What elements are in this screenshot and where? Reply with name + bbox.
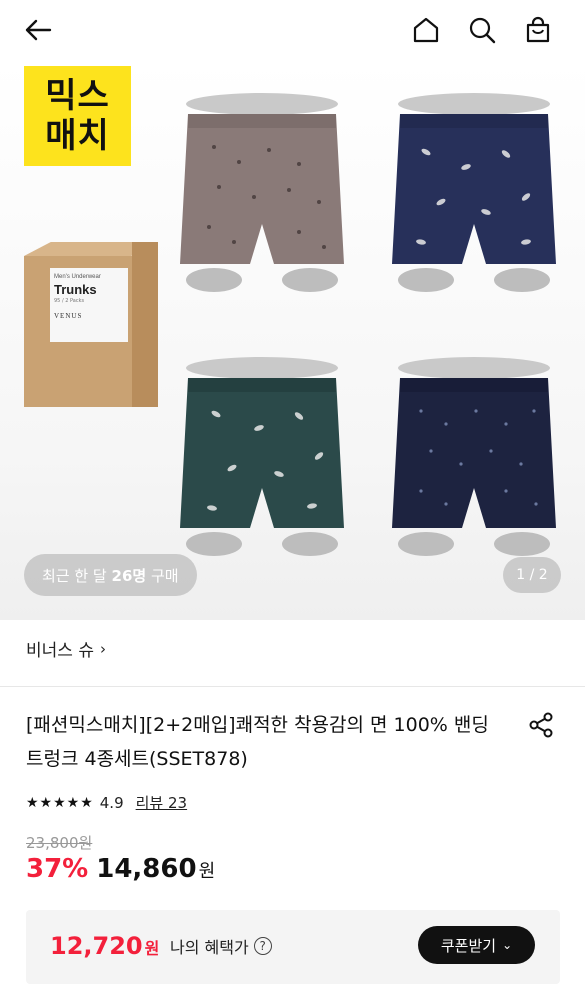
shopping-bag-icon [526,16,550,43]
home-icon [413,17,439,43]
rating-row: ★★★★★ 4.9 리뷰 23 [26,792,187,813]
badge-line-2: 매치 [45,116,110,156]
benefit-label: 나의 혜택가 ? [170,934,272,958]
get-coupon-button[interactable]: 쿠폰받기 ⌄ [418,926,535,964]
trunk-image-green-pattern [174,356,349,561]
chevron-down-icon: ⌄ [502,938,513,952]
product-title: [패션믹스매치][2+2매입]쾌적한 착용감의 면 100% 밴딩 트렁크 4종… [26,714,489,770]
chevron-right-icon: › [99,639,106,658]
back-button[interactable] [18,10,58,50]
purchase-count: 26명 [111,566,147,585]
mix-match-badge: 믹스 매치 [24,66,131,166]
star-rating-icon: ★★★★★ [26,794,94,811]
cart-button[interactable] [518,10,558,50]
divider [0,686,585,687]
benefit-price-box: 12,720 원 나의 혜택가 ? 쿠폰받기 ⌄ [26,910,560,984]
trunk-green-drawing [180,357,344,556]
sale-price-row: 37% 14,860 원 [26,854,215,884]
share-icon [529,712,553,738]
trunk-image-navy-pattern [386,92,561,297]
home-button[interactable] [406,10,446,50]
discount-rate: 37% [26,854,89,884]
trunk-image-navy-dot [386,356,561,561]
trunk-image-taupe [174,92,349,297]
top-header [0,0,585,60]
brand-link[interactable]: 비너스 슈 › [26,636,106,662]
arrow-left-icon [25,19,52,41]
brand-name: 비너스 슈 [26,641,94,661]
search-icon [469,17,496,44]
trunk-navy-dot-drawing [392,357,556,556]
box-label: Men's Underwear Trunks 95 / 2 Packs VENU… [50,268,128,342]
benefit-price: 12,720 원 [50,932,160,960]
trunk-taupe-drawing [180,93,344,292]
search-button[interactable] [462,10,502,50]
product-image-carousel[interactable]: 믹스 매치 Men's Underwear Trunks 95 / 2 Pack… [0,60,585,620]
product-box-image: Men's Underwear Trunks 95 / 2 Packs VENU… [24,242,158,407]
sale-price: 14,860 [96,854,197,884]
rating-score: 4.9 [99,793,124,812]
help-icon[interactable]: ? [253,937,272,955]
price-currency: 원 [198,861,216,882]
badge-line-1: 믹스 [45,76,110,116]
trunk-navy-drawing [392,93,556,292]
image-page-indicator: 1 / 2 [503,557,561,593]
original-price: 23,800원 [26,834,93,852]
share-button[interactable] [524,708,558,742]
review-link[interactable]: 리뷰 23 [136,792,187,813]
recent-purchase-badge: 최근 한 달 26명 구매 [24,554,197,596]
